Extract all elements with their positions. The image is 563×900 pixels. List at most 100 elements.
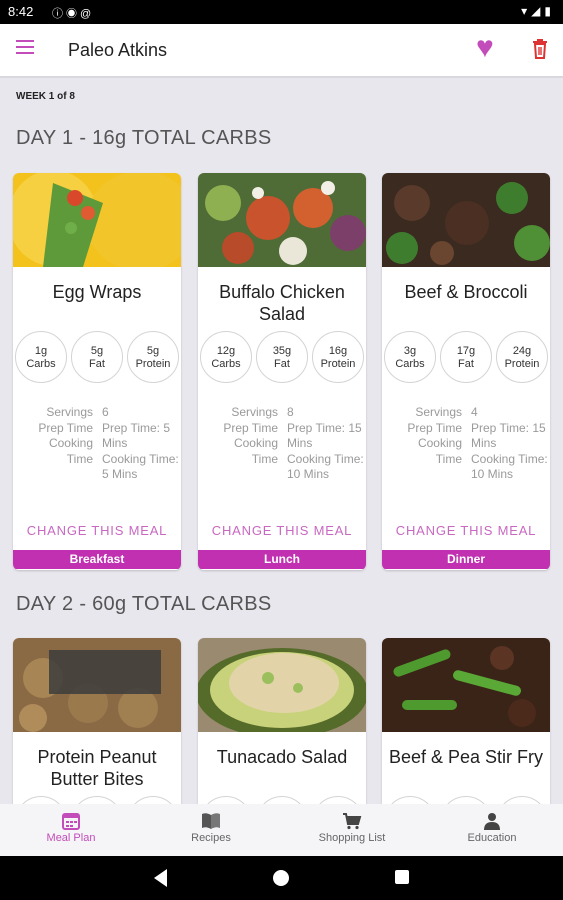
carbs-circle: 3g Carbs [384, 331, 436, 383]
trash-icon[interactable] [531, 38, 549, 60]
heart-icon[interactable]: ♥ [476, 33, 494, 63]
meal-card-beef-broccoli[interactable]: Beef & Broccoli 3g Carbs 17g Fat 24g Protei… [382, 173, 550, 570]
wifi-icon: ▾ [521, 4, 532, 18]
fat-circle: 35g Fat [256, 331, 308, 383]
person-icon [484, 813, 500, 830]
cooking-label: Cooking [417, 436, 462, 450]
fat-circle: 17g Fat [440, 331, 492, 383]
egg-wraps-image [13, 173, 181, 267]
signal-icon: ◢ [531, 4, 545, 18]
protein-circle: 16gProtein [312, 796, 364, 804]
info-values: 4 Prep Time: 15 Mins Cooking Time: 10 Mi… [471, 405, 549, 483]
buffalo-chicken-salad-image [198, 173, 366, 267]
servings-value: 6 [102, 405, 109, 419]
meal-name: Egg Wraps [52, 282, 142, 302]
servings-value: 4 [471, 405, 478, 419]
cooking-label: Cooking [48, 436, 93, 450]
protein-label: Protein [135, 358, 171, 370]
week-label: WEEK 1 of 8 [16, 91, 75, 102]
bottom-navigation: Meal Plan Recipes Shopping List Educatio… [0, 804, 563, 856]
carbs-circle: 14gCarbs [200, 796, 252, 804]
fat-circle: 5g Fat [71, 331, 123, 383]
nav-recipes[interactable]: Recipes [182, 812, 240, 844]
at-icon: @ [80, 8, 95, 20]
protein-circle: 38gProtein [496, 796, 548, 804]
cooking-time-value: Cooking Time: 5 Mins [102, 451, 179, 482]
cooking-label: Cooking [233, 436, 278, 450]
meal-type-badge: Lunch [198, 550, 366, 569]
prep-time-value: Prep Time: 5 Mins [102, 420, 171, 451]
meal-name: Buffalo Chicken Salad [219, 282, 345, 324]
info-values: 6 Prep Time: 5 Mins Cooking Time: 5 Mins [102, 405, 180, 483]
fat-circle: 21gFat [440, 796, 492, 804]
change-meal-button[interactable]: CHANGE THIS MEAL [13, 523, 181, 538]
carbs-label: Carbs [211, 358, 241, 370]
alert-icon: ⓘ [52, 8, 66, 20]
protein-circle: 5g Protein [127, 331, 179, 383]
menu-icon[interactable] [16, 40, 36, 56]
change-meal-button[interactable]: CHANGE THIS MEAL [198, 523, 366, 538]
protein-value: 16g [328, 345, 348, 357]
status-time: 8:42 [8, 4, 34, 19]
meal-type-badge: Breakfast [13, 550, 181, 569]
nav-label: Recipes [191, 832, 231, 844]
carbs-label: Carbs [395, 358, 425, 370]
nav-education[interactable]: Education [460, 812, 524, 844]
nav-meal-plan[interactable]: Meal Plan [40, 812, 102, 844]
bell-icon: ◉ [66, 8, 80, 20]
meal-card-buffalo-chicken-salad[interactable]: Buffalo Chicken Salad 12g Carbs 35g Fat 16… [198, 173, 366, 570]
notification-icons: ⓘ◉@ [52, 5, 94, 21]
carbs-circle: 32gCarbs [384, 796, 436, 804]
meal-type-badge: Dinner [382, 550, 550, 569]
calendar-icon [62, 813, 80, 830]
beef-broccoli-image [382, 173, 550, 267]
protein-value: 5g [146, 345, 160, 357]
fat-label: Fat [89, 358, 105, 370]
protein-peanut-butter-bites-image [13, 638, 181, 732]
protein-circle: 8gProtein [127, 796, 179, 804]
servings-label: Servings [46, 405, 93, 419]
carbs-circle: 12g Carbs [200, 331, 252, 383]
meal-card-beef-pea-stir-fry[interactable]: Beef & Pea Stir Fry 32gCarbs 21gFat 38gP… [382, 638, 550, 804]
home-icon[interactable] [273, 870, 289, 886]
time-label: Time [66, 451, 93, 466]
day-1-title: DAY 1 - 16g TOTAL CARBS [16, 127, 272, 149]
info-labels: Servings Prep Time Cooking Time [388, 405, 462, 467]
tunacado-salad-image [198, 638, 366, 732]
carbs-label: Carbs [26, 358, 56, 370]
info-labels: Servings Prep Time Cooking Time [204, 405, 278, 467]
meal-card-tunacado-salad[interactable]: Tunacado Salad 14gCarbs 15gFat 16gProtei… [198, 638, 366, 804]
prep-time-label: Prep Time [223, 420, 278, 435]
battery-icon: ▮ [544, 4, 555, 18]
meal-name: Beef & Pea Stir Fry [388, 747, 544, 767]
app-title: Paleo Atkins [68, 40, 168, 60]
fat-value: 35g [272, 345, 292, 357]
beef-pea-stir-fry-image [382, 638, 550, 732]
meal-plan-content[interactable]: WEEK 1 of 8 DAY 1 - 16g TOTAL CARBS Egg … [0, 78, 563, 804]
fat-circle: 15gFat [256, 796, 308, 804]
carbs-value: 3g [403, 345, 417, 357]
back-icon[interactable] [154, 869, 167, 887]
carbs-value: 12g [216, 345, 236, 357]
carbs-circle: 14gCarbs [15, 796, 67, 804]
app-bar: Paleo Atkins ♥ [0, 24, 563, 78]
change-meal-button[interactable]: CHANGE THIS MEAL [382, 523, 550, 538]
servings-value: 8 [287, 405, 294, 419]
meal-card-protein-peanut-butter-bites[interactable]: Protein Peanut Butter Bites 14gCarbs 9gF… [13, 638, 181, 804]
cooking-time-value: Cooking Time: 10 Mins [471, 451, 548, 482]
fat-value: 5g [90, 345, 104, 357]
meal-name: Beef & Broccoli [404, 282, 528, 302]
prep-time-value: Prep Time: 15 Mins [287, 420, 362, 451]
fat-circle: 9gFat [71, 796, 123, 804]
recents-icon[interactable] [395, 870, 409, 884]
nav-shopping-list[interactable]: Shopping List [312, 812, 392, 844]
time-label: Time [435, 451, 462, 466]
carbs-value: 1g [34, 345, 48, 357]
meal-card-egg-wraps[interactable]: Egg Wraps 1g Carbs 5g Fat 5g Protein Servin… [13, 173, 181, 570]
fat-value: 17g [456, 345, 476, 357]
protein-circle: 24g Protein [496, 331, 548, 383]
meal-name: Protein Peanut Butter Bites [37, 747, 157, 789]
prep-time-label: Prep Time [38, 420, 93, 435]
prep-time-label: Prep Time [407, 420, 462, 435]
nav-label: Shopping List [318, 832, 386, 844]
